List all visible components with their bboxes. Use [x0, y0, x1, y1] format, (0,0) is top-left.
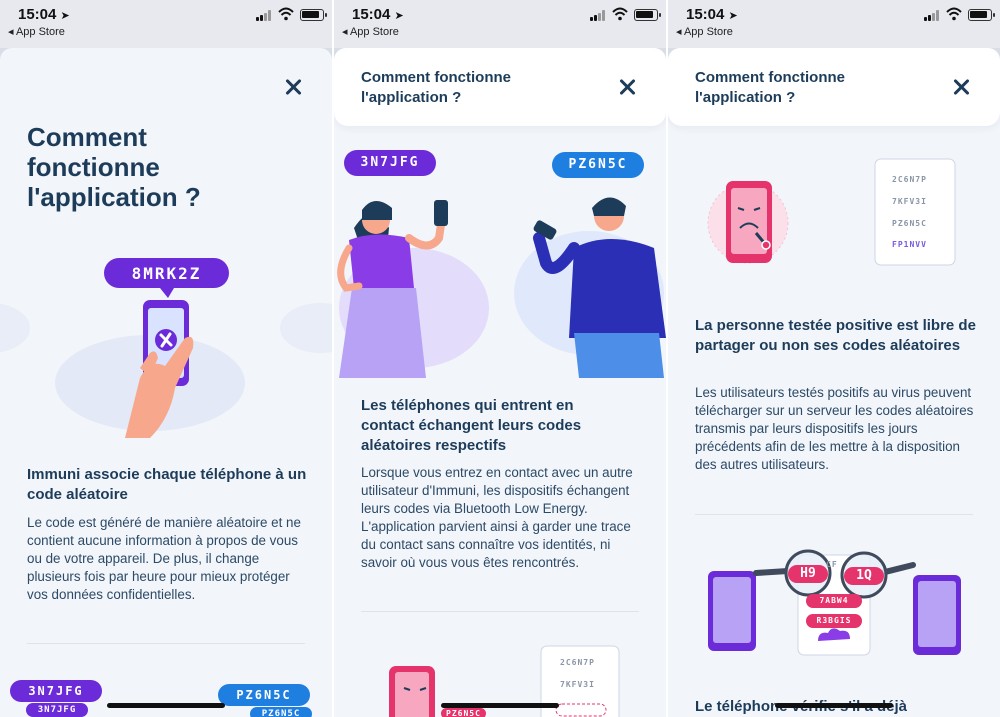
section-body: Lorsque vous entrez en contact avec un a… [361, 465, 633, 570]
battery-icon [300, 9, 327, 21]
section-divider [361, 611, 639, 612]
close-button[interactable] [950, 76, 972, 98]
onboarding-sheet: Comment fonctionne l'application ? 8MRK2… [0, 48, 332, 717]
section-body: Les utilisateurs testés positifs au viru… [695, 385, 974, 472]
code-badge-left: 3N7JFG [344, 150, 436, 176]
close-button[interactable] [616, 76, 638, 98]
onboarding-sheet: 3N7JFG PZ6N5C Les téléphones qui entrent… [334, 48, 666, 717]
section-heading: La personne testée positive est libre de… [695, 317, 976, 354]
preview-code-1: 2C6N7P [560, 658, 595, 667]
doc-code-1: 2C6N7P [892, 175, 927, 184]
code-badge-left: 3N7JFG [10, 680, 102, 702]
doc-code-4: FP1NVV [892, 240, 927, 249]
section-heading: Les téléphones qui entrent en contact éc… [361, 397, 582, 454]
server-code-2: R3BGIS [806, 614, 862, 628]
lens-code-left: H9 [788, 565, 828, 583]
nav-bar: Comment fonctionne l'application ? [668, 48, 1000, 126]
nav-title: Comment fonctionne l'application ? [361, 69, 511, 106]
onboarding-sheet: 2C6N7P 7KFV3I PZ6N5C FP1NVV La personne … [668, 48, 1000, 717]
location-icon: ➤ [728, 10, 738, 22]
nav-bar: Comment fonctionne l'application ? [334, 48, 666, 126]
section-divider [695, 514, 973, 515]
server-code-partial: CF [826, 560, 838, 569]
code-badge-right: PZ6N5C [552, 152, 644, 178]
code-badge-left-small: 3N7JFG [26, 703, 88, 717]
status-bar: 15:04 ➤ ◂ App Store [668, 0, 1000, 48]
cellular-signal-icon [924, 10, 940, 21]
back-to-app-store-link[interactable]: ◂ App Store [8, 25, 65, 38]
location-icon: ➤ [394, 10, 404, 22]
back-to-app-store-link[interactable]: ◂ App Store [676, 25, 733, 38]
close-button[interactable] [282, 76, 304, 98]
cellular-signal-icon [256, 10, 272, 21]
lens-code-right: 1Q [844, 567, 884, 585]
status-time: 15:04 ➤ [18, 6, 70, 23]
positive-test-illustration [707, 158, 956, 266]
status-time: 15:04 ➤ [686, 6, 738, 23]
screenshot-3: 15:04 ➤ ◂ App Store 2C6N7P 7KFV3I PZ6N5C… [668, 0, 1000, 717]
back-to-app-store-link[interactable]: ◂ App Store [342, 25, 399, 38]
status-bar: 15:04 ➤ ◂ App Store [334, 0, 666, 48]
home-indicator [775, 703, 893, 708]
screenshot-2: 15:04 ➤ ◂ App Store 3N7JFG PZ6N5C Les té… [334, 0, 666, 717]
preview-code-2: 7KFV3I [560, 680, 595, 689]
nav-title: Comment fonctionne l'application ? [695, 69, 845, 106]
wifi-icon [946, 7, 962, 21]
battery-icon [634, 9, 661, 21]
battery-icon [968, 9, 995, 21]
home-indicator [441, 703, 559, 708]
section-divider [27, 643, 305, 644]
page-title: Comment fonctionne l'application ? [27, 122, 201, 212]
wifi-icon [612, 7, 628, 21]
section-body: Le code est généré de manière aléatoire … [27, 515, 301, 602]
doc-code-3: PZ6N5C [892, 219, 927, 228]
server-code-1: 7ABW4 [806, 594, 862, 608]
code-badge-right-small: PZ6N5C [250, 707, 312, 717]
home-indicator [107, 703, 225, 708]
screenshot-1: 15:04 ➤ ◂ App Store Comment fonctionne l… [0, 0, 332, 717]
code-badge-right: PZ6N5C [218, 684, 310, 706]
status-time: 15:04 ➤ [352, 6, 404, 23]
preview-code-3: PZ6N5C [441, 708, 486, 717]
doc-code-2: 7KFV3I [892, 197, 927, 206]
status-bar: 15:04 ➤ ◂ App Store [0, 0, 332, 48]
cellular-signal-icon [590, 10, 606, 21]
section-heading: Immuni associe chaque téléphone à un cod… [27, 466, 307, 503]
location-icon: ➤ [60, 10, 70, 22]
wifi-icon [278, 7, 294, 21]
code-badge: 8MRK2Z [131, 264, 202, 283]
